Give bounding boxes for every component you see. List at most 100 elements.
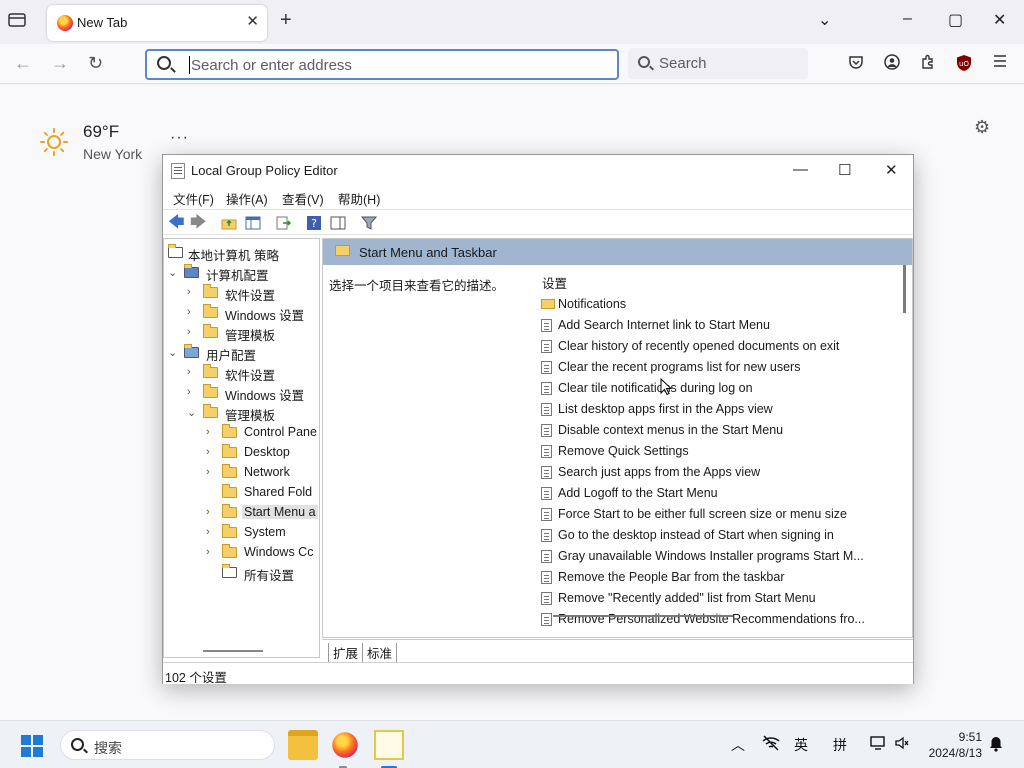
forward-icon[interactable]: → [51,53,69,74]
ime-mode-indicator[interactable]: 拼 [833,735,847,755]
collapsed-chevron-icon[interactable]: › [206,426,216,438]
back-arrow-icon[interactable]: 🡄 [168,215,185,231]
policy-setting-row[interactable]: Remove the People Bar from the taskbar [541,567,886,588]
collapsed-chevron-icon[interactable]: › [187,326,197,338]
tab-list-chevron-icon[interactable]: ⌄ [818,10,831,30]
tab-close-icon[interactable]: ✕ [246,12,259,30]
tree-item-label: Shared Fold [244,485,313,499]
policy-editor-taskbar-icon[interactable] [374,730,404,760]
extensions-icon[interactable] [919,54,937,72]
policy-setting-row[interactable]: Clear the recent programs list for new u… [541,357,886,378]
policy-setting-row[interactable]: Go to the desktop instead of Start when … [541,525,886,546]
gpo-minimize-button[interactable]: — [793,161,808,178]
folder-icon [541,299,555,309]
tab-standard[interactable]: 标准 [362,643,398,663]
notification-bell-icon[interactable] [988,736,1004,756]
collapsed-chevron-icon[interactable]: › [206,466,216,478]
collapsed-chevron-icon[interactable]: › [206,546,216,558]
tab-new-tab[interactable]: New Tab ✕ [47,5,267,41]
collapsed-chevron-icon[interactable]: › [187,386,197,398]
ublock-icon[interactable]: uO [955,54,973,72]
policy-setting-icon [541,319,552,332]
close-button[interactable]: ✕ [993,10,1006,30]
taskbar-search-placeholder: 搜索 [94,740,122,756]
collapsed-chevron-icon[interactable]: › [187,286,197,298]
start-windows-icon[interactable] [21,735,43,757]
account-icon[interactable] [883,54,901,72]
folder-icon [222,544,237,558]
setting-label: Remove "Recently added" list from Start … [558,591,816,605]
menu-icon[interactable] [991,54,1009,72]
collapsed-chevron-icon[interactable]: › [187,306,197,318]
reload-icon[interactable]: ↻ [88,53,103,74]
settings-folder-row[interactable]: Notifications [541,294,886,315]
folder-icon [203,364,218,378]
policy-setting-row[interactable]: Gray unavailable Windows Installer progr… [541,546,886,567]
back-icon[interactable]: ← [14,53,32,74]
policy-setting-row[interactable]: Clear history of recently opened documen… [541,336,886,357]
tree-item-label: 计算机配置 [206,269,269,283]
expanded-chevron-icon[interactable]: ⌄ [187,406,197,419]
system-clock[interactable]: 9:51 2024/8/13 [922,729,982,761]
tab-extended[interactable]: 扩展 [328,643,364,663]
collapsed-chevron-icon[interactable]: › [206,446,216,458]
policy-setting-row[interactable]: Add Search Internet link to Start Menu [541,315,886,336]
window-title-bar[interactable]: Local Group Policy Editor — ☐ ✕ [163,155,913,185]
collapsed-chevron-icon[interactable]: › [187,366,197,378]
policy-tree[interactable]: 本地计算机 策略 ⌄ 计算机配置 › 软件设置 › Windows 设置 › 管理模板 ⌄ 用户配置… [163,238,320,658]
policy-setting-row[interactable]: Clear tile notifications during log on [541,378,886,399]
ime-language-indicator[interactable]: 英 [794,735,808,755]
newtab-settings-gear-icon[interactable]: ⚙ [974,117,990,138]
policy-setting-row[interactable]: Remove "Recently added" list from Start … [541,588,886,609]
tree-horizontal-scrollbar[interactable] [203,650,263,652]
gpo-maximize-button[interactable]: ☐ [838,161,851,179]
show-hidden-icons-chevron-icon[interactable]: ︿ [731,735,745,755]
show-hide-tree-icon[interactable] [245,215,261,231]
forward-arrow-icon[interactable]: 🡆 [190,215,207,231]
policy-setting-row[interactable]: Force Start to be either full screen siz… [541,504,886,525]
expanded-chevron-icon[interactable]: ⌄ [168,266,178,279]
new-tab-button[interactable]: + [280,9,292,32]
policy-setting-row[interactable]: Remove Personalized Website Recommendati… [541,609,886,630]
expanded-chevron-icon[interactable]: ⌄ [168,346,178,359]
list-all-tabs-icon[interactable] [8,12,30,32]
settings-list[interactable]: 设置 Notifications Add Search Internet link… [537,265,912,637]
display-settings-icon[interactable] [870,735,888,754]
policy-setting-row[interactable]: Search just apps from the Apps view [541,462,886,483]
up-folder-icon[interactable] [221,215,237,231]
filter-icon[interactable] [360,215,378,231]
policy-setting-icon [541,571,552,584]
firefox-taskbar-icon[interactable] [332,732,358,758]
tree-item-label: Windows 设置 [225,389,305,403]
tree-item-label: Windows 设置 [225,309,305,323]
volume-muted-icon[interactable] [895,735,909,754]
menu-action[interactable]: 操作(A) [226,189,268,208]
policy-setting-row[interactable]: Remove Quick Settings [541,441,886,462]
policy-setting-row[interactable]: Disable context menus in the Start Menu [541,420,886,441]
collapsed-chevron-icon[interactable]: › [206,526,216,538]
address-bar[interactable]: Search or enter address [145,49,619,80]
policy-setting-row[interactable]: Add Logoff to the Start Menu [541,483,886,504]
settings-vertical-scrollbar[interactable] [903,265,906,313]
show-hide-action-pane-icon[interactable] [330,215,346,231]
settings-horizontal-scrollbar[interactable] [553,615,733,617]
gpo-close-button[interactable]: ✕ [885,161,898,179]
search-bar[interactable]: Search [628,48,808,79]
pocket-icon[interactable] [847,54,865,72]
menu-file[interactable]: 文件(F) [173,189,214,208]
collapsed-chevron-icon[interactable]: › [206,506,216,518]
file-explorer-icon[interactable] [288,730,318,760]
settings-column-header[interactable]: 设置 [542,273,567,292]
menu-help[interactable]: 帮助(H) [338,189,380,208]
minimize-button[interactable]: – [903,10,912,28]
taskbar-search-box[interactable]: 搜索 [60,730,275,760]
setting-label: Gray unavailable Windows Installer progr… [558,549,864,563]
export-list-icon[interactable] [275,215,292,231]
help-icon[interactable]: ? [306,215,322,231]
weather-more-options-button[interactable]: ··· [170,129,189,147]
maximize-button[interactable]: ▢ [948,10,963,30]
network-disconnected-icon[interactable] [762,735,780,754]
menu-view[interactable]: 查看(V) [282,189,324,208]
folder-icon [203,304,218,318]
policy-setting-row[interactable]: List desktop apps first in the Apps view [541,399,886,420]
